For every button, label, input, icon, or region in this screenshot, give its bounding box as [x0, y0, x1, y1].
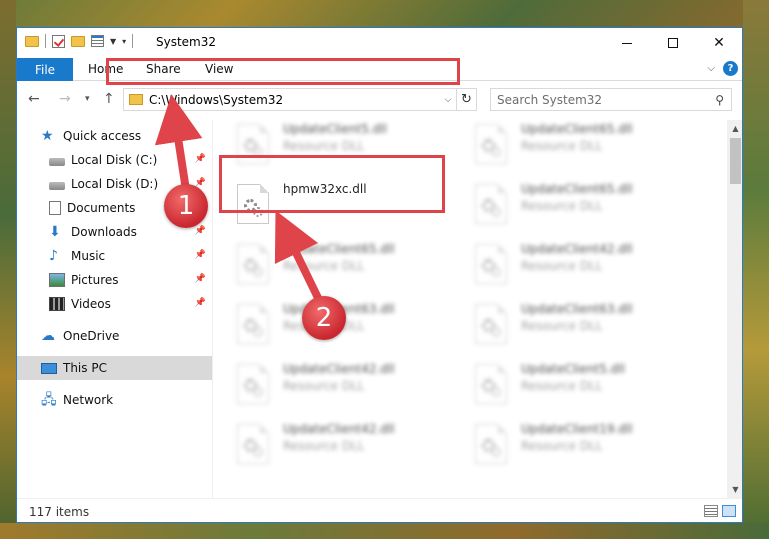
arrow-to-address-bar — [154, 94, 203, 191]
step-2-badge: 2 — [302, 296, 346, 340]
arrow-to-file — [274, 210, 324, 304]
step-1-badge: 1 — [164, 184, 208, 228]
annotation-arrows — [154, 94, 324, 304]
